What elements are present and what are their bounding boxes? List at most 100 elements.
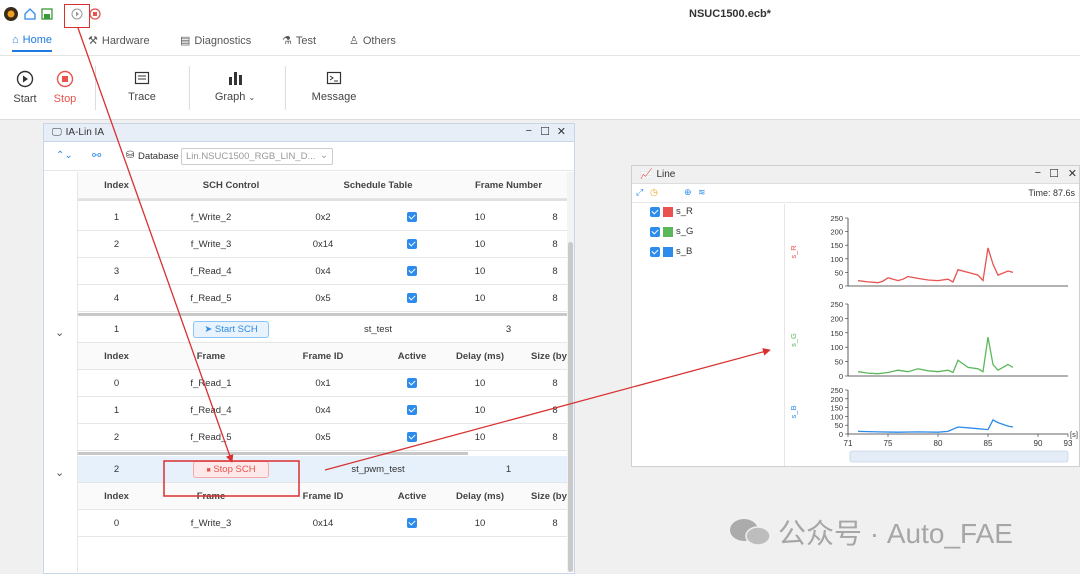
tab-hardware[interactable]: ⚒ Hardware	[88, 34, 150, 48]
schedule-row-selected[interactable]: 2 ■ Stop SCH st_pwm_test 1	[78, 456, 568, 483]
checkbox-checked[interactable]	[407, 405, 417, 416]
checkbox-checked[interactable]	[407, 378, 417, 389]
tab-others[interactable]: ♙ Others	[349, 34, 396, 48]
cell-frame-id: 0x4	[315, 405, 331, 416]
cell-size: 8	[552, 266, 558, 277]
checkbox-checked[interactable]	[407, 239, 417, 250]
cell-frame: f_Write_3	[190, 518, 232, 529]
lin-window-title: IA-Lin IA	[65, 127, 104, 138]
cell-active[interactable]	[379, 204, 445, 231]
cell-index: 2	[113, 239, 120, 250]
x-tick-label: 71	[844, 439, 853, 448]
table-row[interactable]: 0 f_Read_1 0x1 10 8	[78, 370, 568, 397]
tab-home[interactable]: ⌂ Home	[12, 34, 52, 52]
expand-icon[interactable]: ⤢	[636, 187, 643, 198]
table-row[interactable]: 2 f_Read_5 0x5 10 8	[78, 424, 568, 451]
stop-sch-label: Stop SCH	[213, 464, 256, 475]
checkbox-checked[interactable]	[650, 226, 660, 237]
chevron-down-icon[interactable]: ⌄	[55, 466, 64, 479]
series-line-s_G	[857, 336, 1014, 375]
highlight-box	[64, 4, 90, 28]
stop-label: Stop	[53, 93, 77, 105]
wave-icon[interactable]: ≋	[698, 187, 706, 198]
stop-button[interactable]: Stop	[52, 70, 78, 105]
clock-icon[interactable]: ◷	[650, 187, 658, 198]
scrollbar-thumb[interactable]	[568, 242, 573, 572]
minimize-icon[interactable]: −	[1035, 167, 1041, 179]
cell-frame: f_Write_3	[190, 239, 232, 250]
database-select-value: Lin.NSUC1500_RGB_LIN_D...	[186, 151, 316, 162]
schedule-row[interactable]: 1 ➤ Start SCH st_test 3	[78, 316, 568, 343]
tab-hardware-label: Hardware	[101, 34, 150, 47]
cell-active[interactable]	[379, 510, 445, 537]
checkbox-checked[interactable]	[407, 518, 417, 529]
database-select[interactable]: Lin.NSUC1500_RGB_LIN_D... ⌄	[181, 148, 333, 165]
home-icon[interactable]	[24, 8, 36, 20]
tab-test[interactable]: ⚗ Test	[282, 34, 316, 48]
signal-item[interactable]: s_B	[650, 246, 692, 257]
save-icon[interactable]	[41, 8, 53, 20]
app-logo-icon	[4, 7, 18, 21]
divider	[78, 199, 568, 201]
table-row[interactable]: 3 f_Read_4 0x4 10 8	[78, 258, 568, 285]
cell-frame: f_Read_5	[190, 432, 232, 443]
col-size: Size (by	[531, 491, 567, 502]
y-axis-label: s_R	[789, 245, 798, 259]
chevron-down-icon[interactable]: ⌄	[55, 326, 64, 339]
cell-active[interactable]	[379, 231, 445, 258]
message-button[interactable]: Message	[310, 70, 358, 103]
cell-frame-number: 3	[505, 324, 512, 335]
checkbox-checked[interactable]	[407, 293, 417, 304]
add-icon[interactable]: ⊕	[684, 187, 692, 198]
cell-delay: 10	[474, 378, 486, 389]
divider	[285, 66, 286, 110]
table-row[interactable]: 0 f_Write_3 0x14 10 8	[78, 510, 568, 537]
minimize-icon[interactable]: −	[526, 125, 532, 137]
table-row[interactable]: 1 f_Read_4 0x4 10 8	[78, 397, 568, 424]
stop-sch-button[interactable]: ■ Stop SCH	[193, 461, 269, 478]
cell-active[interactable]	[379, 370, 445, 397]
cell-active[interactable]	[379, 397, 445, 424]
stop-icon	[56, 70, 74, 88]
cell-index: 2	[113, 464, 120, 475]
graph-button[interactable]: Graph ⌄	[210, 70, 260, 103]
checkbox-checked[interactable]	[650, 246, 660, 257]
collapse-all-icon[interactable]: ⌃⌄	[56, 150, 73, 161]
signal-name: s_G	[676, 226, 694, 237]
vertical-scrollbar[interactable]	[567, 172, 574, 572]
checkbox-checked[interactable]	[407, 266, 417, 277]
link-icon[interactable]: ⚯	[92, 149, 101, 162]
cell-active[interactable]	[379, 424, 445, 451]
cell-frame-id: 0x5	[315, 432, 331, 443]
close-icon[interactable]: ✕	[557, 125, 566, 138]
table-row[interactable]: 1 f_Write_2 0x2 10 8	[78, 204, 568, 231]
cell-active[interactable]	[379, 285, 445, 312]
chevron-down-icon: ⌄	[248, 93, 256, 102]
stop-icon[interactable]	[89, 8, 101, 20]
close-icon[interactable]: ✕	[1068, 167, 1077, 180]
cell-delay: 10	[474, 405, 486, 416]
lin-toolbar: ⌃⌄ ⚯ ⛁ Database Lin.NSUC1500_RGB_LIN_D..…	[44, 143, 574, 171]
cell-active[interactable]	[379, 258, 445, 285]
col-frame: Frame	[196, 351, 226, 362]
checkbox-checked[interactable]	[407, 212, 417, 223]
table-row[interactable]: 2 f_Write_3 0x14 10 8	[78, 231, 568, 258]
tab-diagnostics[interactable]: ▤ Diagnostics	[180, 34, 251, 48]
hardware-icon: ⚒	[88, 35, 98, 47]
line-window-header: 📈 Line − ☐ ✕	[632, 166, 1079, 184]
start-button[interactable]: Start	[12, 70, 38, 105]
col-active: Active	[397, 351, 427, 362]
maximize-icon[interactable]: ☐	[1049, 167, 1059, 180]
x-axis-label: [s]	[1070, 430, 1078, 439]
ribbon: Start Stop Trace Graph ⌄ Message	[0, 56, 1080, 120]
maximize-icon[interactable]: ☐	[540, 125, 550, 138]
checkbox-checked[interactable]	[407, 432, 417, 443]
trace-button[interactable]: Trace	[122, 70, 162, 103]
signal-item[interactable]: s_G	[650, 226, 693, 237]
table-header: Index SCH Control Schedule Table Frame N…	[78, 172, 568, 199]
y-axis-label: s_G	[789, 333, 798, 347]
signal-item[interactable]: s_R	[650, 206, 693, 217]
start-sch-button[interactable]: ➤ Start SCH	[193, 321, 269, 338]
checkbox-checked[interactable]	[650, 206, 660, 217]
table-row[interactable]: 4 f_Read_5 0x5 10 8	[78, 285, 568, 312]
